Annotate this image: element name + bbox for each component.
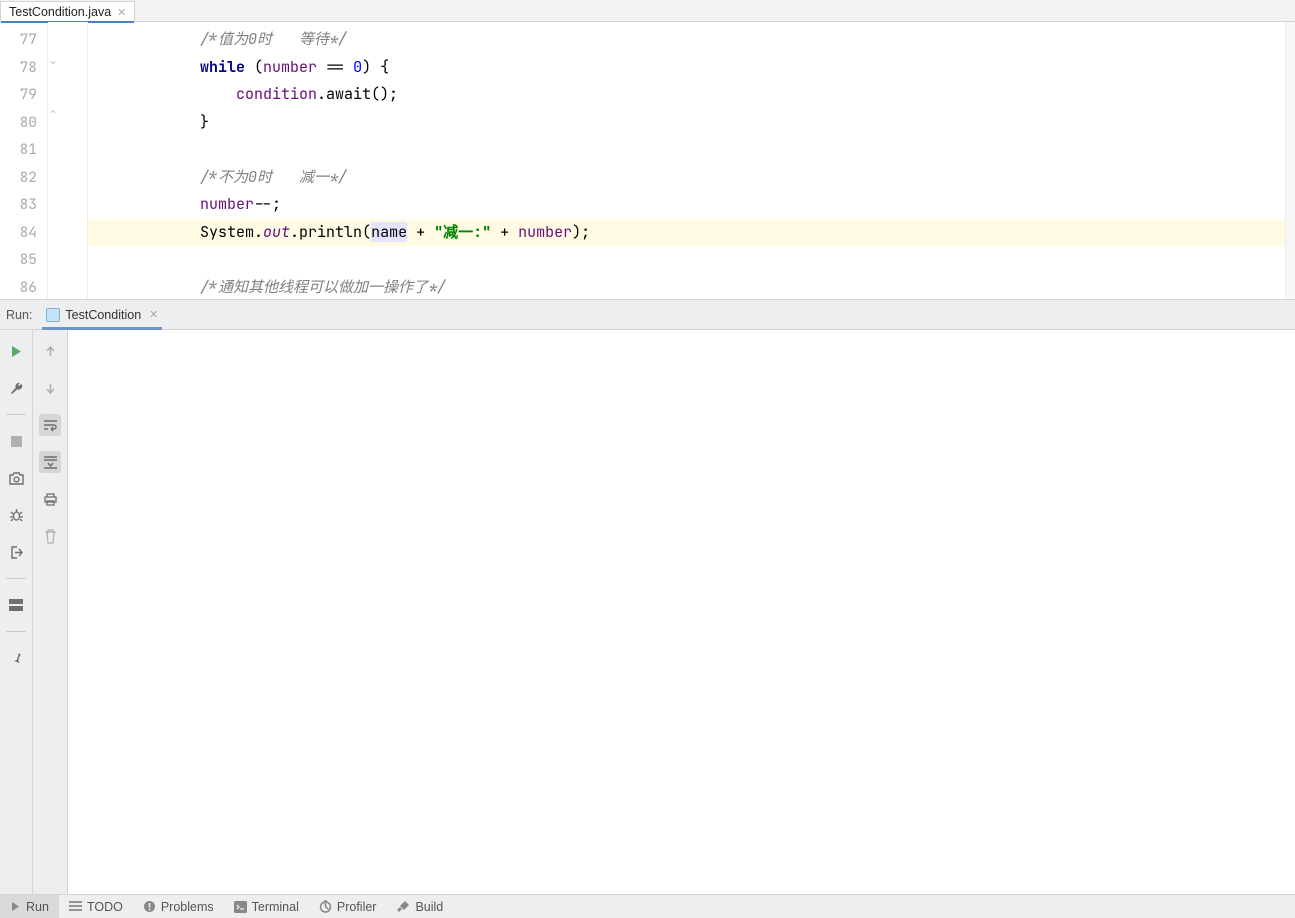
- wrench-icon[interactable]: [5, 377, 27, 399]
- code-line[interactable]: condition.await();: [88, 81, 1285, 109]
- toolbar-separator: [6, 578, 26, 579]
- up-arrow-icon[interactable]: [39, 340, 61, 362]
- toolwindow-tab-label: Terminal: [252, 900, 299, 914]
- code-line[interactable]: /*值为0时 等待*/: [88, 26, 1285, 54]
- line-number: 78: [0, 54, 47, 82]
- file-tab-testcondition[interactable]: TestCondition.java ✕: [0, 1, 135, 22]
- run-icon: [10, 901, 21, 912]
- run-button[interactable]: [5, 340, 27, 362]
- down-arrow-icon[interactable]: [39, 377, 61, 399]
- camera-icon[interactable]: [5, 467, 27, 489]
- code-line[interactable]: [88, 136, 1285, 164]
- fold-end-icon[interactable]: ⌃: [48, 108, 60, 120]
- run-toolbar-secondary: [33, 330, 68, 894]
- line-number: 82: [0, 164, 47, 192]
- toolbar-separator: [6, 414, 26, 415]
- toolwindow-tab-problems[interactable]: Problems: [133, 895, 224, 918]
- build-icon: [396, 900, 410, 913]
- run-panel-body: [0, 330, 1295, 894]
- code-line[interactable]: [88, 246, 1285, 274]
- code-line[interactable]: /*不为0时 减一*/: [88, 164, 1285, 192]
- line-number: 86: [0, 274, 47, 300]
- toolwindow-tab-terminal[interactable]: Terminal: [224, 895, 309, 918]
- toolwindow-tab-label: Run: [26, 900, 49, 914]
- line-number: 83: [0, 191, 47, 219]
- line-number-gutter: 77787980818283848586: [0, 22, 48, 299]
- line-number: 79: [0, 81, 47, 109]
- close-icon[interactable]: ✕: [149, 308, 158, 321]
- code-line[interactable]: while (number == 0) {: [88, 54, 1285, 82]
- layout-icon[interactable]: [5, 594, 27, 616]
- code-line[interactable]: System.out.println(name + "减一:" + number…: [88, 219, 1285, 247]
- soft-wrap-icon[interactable]: [39, 414, 61, 436]
- toolbar-separator: [6, 631, 26, 632]
- profiler-icon: [319, 900, 332, 913]
- editor-scrollbar[interactable]: [1285, 22, 1295, 299]
- run-config-name: TestCondition: [65, 308, 141, 322]
- toolwindow-tab-build[interactable]: Build: [386, 895, 453, 918]
- code-line[interactable]: }: [88, 109, 1285, 137]
- file-tabs-bar: TestCondition.java ✕: [0, 0, 1295, 22]
- problems-icon: [143, 900, 156, 913]
- line-number: 77: [0, 26, 47, 54]
- line-number: 80: [0, 109, 47, 137]
- toolwindow-tab-profiler[interactable]: Profiler: [309, 895, 387, 918]
- line-number: 85: [0, 246, 47, 274]
- line-number: 84: [0, 219, 47, 247]
- toolwindow-tab-label: Problems: [161, 900, 214, 914]
- print-icon[interactable]: [39, 488, 61, 510]
- file-tab-label: TestCondition.java: [9, 5, 111, 19]
- line-number: 81: [0, 136, 47, 164]
- run-console-output[interactable]: [68, 330, 1295, 894]
- tool-window-bar: Run TODO Problems Terminal Profiler Build: [0, 894, 1295, 918]
- code-editor[interactable]: /*值为0时 等待*/ while (number == 0) { condit…: [88, 22, 1285, 299]
- fold-indicator-icon[interactable]: ⌄: [48, 53, 60, 65]
- bug-icon[interactable]: [5, 504, 27, 526]
- toolwindow-tab-label: Build: [415, 900, 443, 914]
- toolwindow-tab-todo[interactable]: TODO: [59, 895, 133, 918]
- todo-icon: [69, 901, 82, 912]
- toolwindow-tab-label: Profiler: [337, 900, 377, 914]
- pin-icon[interactable]: [5, 647, 27, 669]
- run-config-tab[interactable]: TestCondition ✕: [42, 305, 162, 325]
- marker-gutter: ⌄ ⌃: [48, 22, 88, 299]
- editor-area: 77787980818283848586 ⌄ ⌃ /*值为0时 等待*/ whi…: [0, 22, 1295, 300]
- exit-icon[interactable]: [5, 541, 27, 563]
- toolwindow-tab-label: TODO: [87, 900, 123, 914]
- terminal-icon: [234, 901, 247, 913]
- application-icon: [46, 308, 60, 322]
- code-line[interactable]: /*通知其他线程可以做加一操作了*/: [88, 274, 1285, 300]
- stop-button[interactable]: [5, 430, 27, 452]
- scroll-to-end-icon[interactable]: [39, 451, 61, 473]
- close-icon[interactable]: ✕: [117, 6, 126, 19]
- toolwindow-tab-run[interactable]: Run: [0, 895, 59, 918]
- trash-icon[interactable]: [39, 525, 61, 547]
- run-toolbar-left: [0, 330, 33, 894]
- run-panel-header: Run: TestCondition ✕: [0, 300, 1295, 330]
- code-line[interactable]: number--;: [88, 191, 1285, 219]
- run-panel-label: Run:: [6, 308, 32, 322]
